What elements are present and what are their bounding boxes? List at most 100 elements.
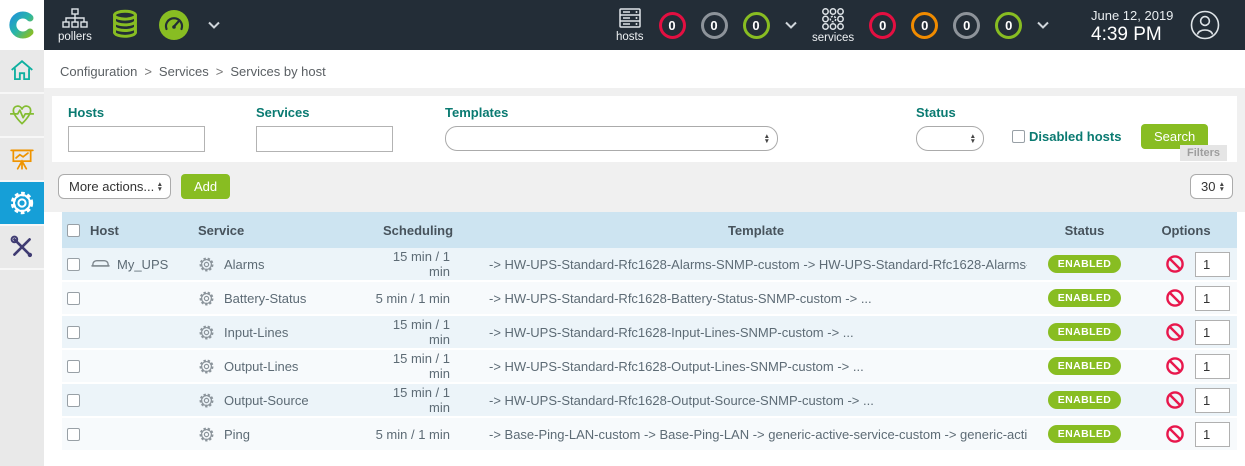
scheduling-value: 15 min / 1 min xyxy=(375,249,485,279)
row-checkbox[interactable] xyxy=(67,428,80,441)
centreon-logo-icon xyxy=(8,11,36,39)
top-bar: pollers xyxy=(0,0,1245,50)
status-badge: ENABLED xyxy=(1048,391,1122,409)
template-chain: -> HW-UPS-Standard-Rfc1628-Output-Source… xyxy=(485,393,1027,408)
sidebar-item-reporting[interactable] xyxy=(0,138,44,182)
duplicate-count-input[interactable] xyxy=(1195,320,1230,345)
filter-panel: Hosts Services Templates ▲▼ Status ▲▼ Di… xyxy=(52,96,1237,162)
sidebar-item-monitoring[interactable] xyxy=(0,94,44,138)
centreon-logo[interactable] xyxy=(0,0,44,50)
table-header-row: Host Service Scheduling Template Status … xyxy=(62,212,1237,248)
services-filter-input[interactable] xyxy=(256,126,393,152)
services-label: services xyxy=(812,32,854,44)
disable-icon[interactable] xyxy=(1165,390,1185,410)
disable-icon[interactable] xyxy=(1165,288,1185,308)
service-gear-icon xyxy=(198,290,215,307)
services-chevron-down-icon[interactable] xyxy=(1037,21,1049,29)
counter-badge[interactable]: 0 xyxy=(701,12,728,39)
disable-icon[interactable] xyxy=(1165,424,1185,444)
home-icon xyxy=(9,59,35,83)
hosts-status[interactable]: hosts xyxy=(616,8,644,43)
hosts-filter-label: Hosts xyxy=(68,105,205,120)
row-checkbox[interactable] xyxy=(67,258,80,271)
counter-badge[interactable]: 0 xyxy=(995,12,1022,39)
breadcrumb-item[interactable]: Services xyxy=(159,64,209,79)
template-chain: -> HW-UPS-Standard-Rfc1628-Alarms-SNMP-c… xyxy=(485,257,1027,272)
status-badge: ENABLED xyxy=(1048,255,1122,273)
row-checkbox[interactable] xyxy=(67,292,80,305)
page-size-select[interactable]: 30 ▲▼ xyxy=(1190,174,1233,199)
latency-gauge-icon[interactable] xyxy=(158,9,190,41)
row-checkbox[interactable] xyxy=(67,326,80,339)
breadcrumb-item[interactable]: Services by host xyxy=(230,64,325,79)
hosts-chevron-down-icon[interactable] xyxy=(785,21,797,29)
breadcrumb-item[interactable]: Configuration xyxy=(60,64,137,79)
status-badge: ENABLED xyxy=(1048,289,1122,307)
pollers-icon xyxy=(62,8,88,30)
service-name[interactable]: Alarms xyxy=(224,257,264,272)
sidebar-item-administration[interactable] xyxy=(0,226,44,270)
stepper-arrows-icon: ▲▼ xyxy=(970,134,976,144)
row-checkbox[interactable] xyxy=(67,360,80,373)
template-chain: -> Base-Ping-LAN-custom -> Base-Ping-LAN… xyxy=(485,427,1027,442)
service-gear-icon xyxy=(198,392,215,409)
services-status[interactable]: services xyxy=(812,7,854,44)
service-name[interactable]: Battery-Status xyxy=(224,291,306,306)
services-icon xyxy=(821,7,845,31)
stepper-arrows-icon: ▲▼ xyxy=(764,134,770,144)
duplicate-count-input[interactable] xyxy=(1195,286,1230,311)
service-name[interactable]: Output-Source xyxy=(224,393,309,408)
disable-icon[interactable] xyxy=(1165,356,1185,376)
header-host: Host xyxy=(90,223,190,238)
duplicate-count-input[interactable] xyxy=(1195,388,1230,413)
disabled-hosts-checkbox[interactable] xyxy=(1012,130,1025,143)
templates-filter-select[interactable]: ▲▼ xyxy=(445,126,778,151)
tools-icon xyxy=(9,234,35,260)
breadcrumb-separator: > xyxy=(144,64,152,79)
sidebar-item-configuration[interactable] xyxy=(0,182,44,226)
service-name[interactable]: Ping xyxy=(224,427,250,442)
breadcrumb-separator: > xyxy=(216,64,224,79)
host-name[interactable]: My_UPS xyxy=(117,257,168,272)
template-chain: -> HW-UPS-Standard-Rfc1628-Input-Lines-S… xyxy=(485,325,1027,340)
header-template: Template xyxy=(485,223,1027,238)
row-checkbox[interactable] xyxy=(67,394,80,407)
breadcrumb: Configuration > Services > Services by host xyxy=(60,64,326,79)
select-all-checkbox[interactable] xyxy=(67,224,80,237)
duplicate-count-input[interactable] xyxy=(1195,354,1230,379)
header-options: Options xyxy=(1142,223,1237,238)
more-actions-select[interactable]: More actions... ▲▼ xyxy=(58,174,171,199)
template-chain: -> HW-UPS-Standard-Rfc1628-Battery-Statu… xyxy=(485,291,1027,306)
user-menu-button[interactable] xyxy=(1190,10,1220,40)
database-status-icon[interactable] xyxy=(110,9,140,41)
disable-icon[interactable] xyxy=(1165,322,1185,342)
duplicate-count-input[interactable] xyxy=(1195,252,1230,277)
service-name[interactable]: Input-Lines xyxy=(224,325,288,340)
sidebar-item-home[interactable] xyxy=(0,50,44,94)
disabled-hosts-toggle[interactable]: Disabled hosts xyxy=(1012,129,1121,144)
hosts-counters: 000 xyxy=(659,12,770,39)
scheduling-value: 5 min / 1 min xyxy=(375,291,485,306)
template-chain: -> HW-UPS-Standard-Rfc1628-Output-Lines-… xyxy=(485,359,1027,374)
duplicate-count-input[interactable] xyxy=(1195,422,1230,447)
counter-badge[interactable]: 0 xyxy=(743,12,770,39)
counter-badge[interactable]: 0 xyxy=(911,12,938,39)
status-filter-select[interactable]: ▲▼ xyxy=(916,126,984,151)
pollers-status[interactable]: pollers xyxy=(58,8,92,43)
current-time: 4:39 PM xyxy=(1091,24,1173,46)
counter-badge[interactable]: 0 xyxy=(869,12,896,39)
host-icon xyxy=(90,255,111,273)
filters-tab[interactable]: Filters xyxy=(1180,145,1227,161)
add-button[interactable]: Add xyxy=(181,174,230,199)
service-name[interactable]: Output-Lines xyxy=(224,359,298,374)
disable-icon[interactable] xyxy=(1165,254,1185,274)
counter-badge[interactable]: 0 xyxy=(659,12,686,39)
hosts-filter-input[interactable] xyxy=(68,126,205,152)
poller-chevron-down-icon[interactable] xyxy=(208,21,220,29)
stepper-arrows-icon: ▲▼ xyxy=(157,182,163,192)
table-row: Input-Lines 15 min / 1 min -> HW-UPS-Sta… xyxy=(62,316,1237,350)
presentation-chart-icon xyxy=(9,147,35,171)
services-filter-label: Services xyxy=(256,105,393,120)
counter-badge[interactable]: 0 xyxy=(953,12,980,39)
header-scheduling: Scheduling xyxy=(375,223,485,238)
